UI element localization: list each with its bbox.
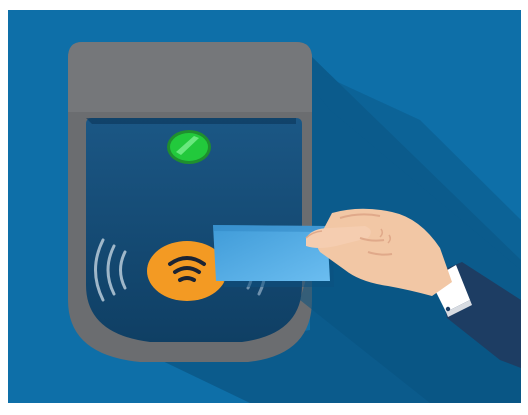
card-reader xyxy=(68,42,312,362)
contactless-payment-illustration xyxy=(0,0,528,415)
